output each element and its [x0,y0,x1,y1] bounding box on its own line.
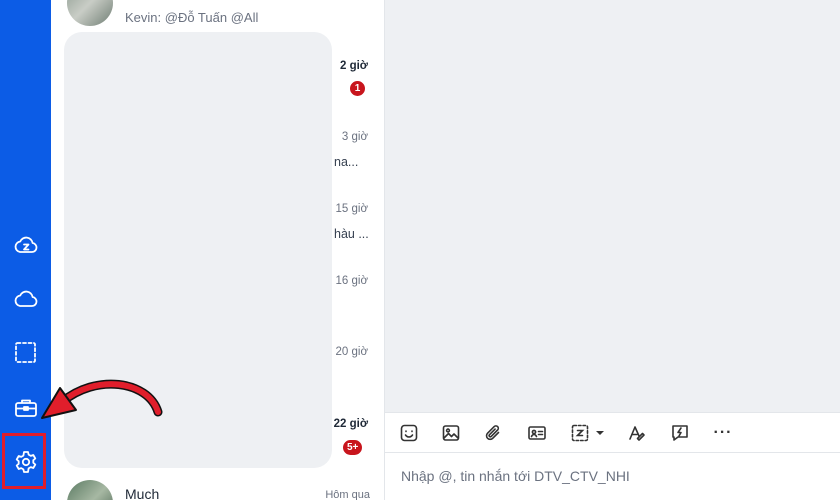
composer [385,452,840,501]
avatar[interactable] [67,0,113,26]
conversation-snippet: na... [334,155,359,169]
conversation-time: 16 giờ [335,275,368,287]
cloud-icon[interactable] [4,279,47,319]
conversation-time: 20 giờ [335,346,368,358]
conversation-time: 15 giờ [335,203,368,215]
annotation-arrow-icon [41,379,163,419]
conversation-name: Much [125,486,160,500]
message-input[interactable] [399,467,823,485]
text-format-icon[interactable] [624,421,650,445]
avatar[interactable] [67,480,113,500]
sticker-icon[interactable] [396,421,422,445]
unread-badge: 1 [350,81,365,96]
zalo-cloud-icon[interactable] [4,225,47,265]
composer-toolbar: ··· [385,412,840,453]
unread-badge: 5+ [343,440,363,455]
contact-card-icon[interactable] [524,421,550,445]
more-icon[interactable]: ··· [710,421,736,445]
conversation-snippet: hàu ... [334,227,369,241]
last-message-preview: Kevin: @Đỗ Tuấn @All [125,10,259,25]
screenshot-icon[interactable] [566,421,610,445]
conversation-time: 3 giờ [341,131,368,143]
image-icon[interactable] [438,421,464,445]
screenshot-icon[interactable] [4,333,47,373]
conversation-time: 22 giờ [333,418,368,430]
chat-messages-area [385,0,840,412]
quick-message-icon[interactable] [667,421,693,445]
conversation-time: Hôm qua [325,489,370,500]
attach-icon[interactable] [480,421,506,445]
conversation-time: 2 giờ [340,60,368,72]
